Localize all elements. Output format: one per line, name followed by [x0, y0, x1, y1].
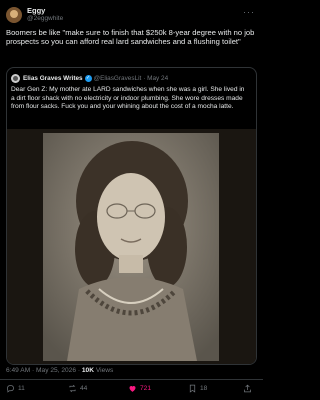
repost-button[interactable]: 44 — [68, 384, 87, 393]
repost-count: 44 — [80, 385, 88, 392]
action-bar: 11 44 721 18 — [0, 384, 263, 398]
bookmark-button[interactable]: 18 — [188, 384, 207, 393]
bookmark-count: 18 — [200, 385, 208, 392]
quoted-tweet-header: Elias Graves Writes ✓ @EliasGravesLit · … — [11, 73, 168, 83]
quoted-tweet-date: · May 24 — [143, 74, 169, 82]
author-handle[interactable]: @2eggwhite — [27, 15, 63, 23]
divider — [0, 379, 263, 380]
quoted-tweet-text: Dear Gen Z: My mother ate LARD sandwiche… — [11, 86, 245, 111]
quoted-author-handle: @EliasGravesLit — [93, 74, 142, 82]
heart-icon — [129, 385, 136, 392]
quoted-tweet[interactable]: Elias Graves Writes ✓ @EliasGravesLit · … — [6, 67, 257, 365]
quoted-author-avatar — [11, 73, 20, 83]
share-button[interactable] — [243, 384, 255, 393]
quoted-tweet-photo[interactable] — [7, 129, 256, 364]
author-name[interactable]: Eggy — [27, 7, 63, 15]
quoted-author-name: Elias Graves Writes — [23, 74, 83, 82]
tweet-views-count: 10K — [81, 367, 94, 374]
like-count: 721 — [140, 385, 152, 392]
tweet-text: Boomers be like "make sure to finish tha… — [6, 28, 255, 47]
reply-icon — [7, 385, 14, 393]
reply-count: 11 — [18, 385, 25, 392]
more-icon[interactable]: ··· — [243, 7, 255, 17]
verified-badge-icon: ✓ — [84, 74, 92, 82]
tweet-meta: 6:49 AM · May 25, 2026 · 10K Views — [6, 367, 113, 374]
like-button[interactable]: 721 — [128, 384, 151, 393]
repost-icon — [69, 384, 76, 393]
tweet-views-label: Views — [95, 367, 114, 374]
bookmark-icon — [189, 384, 196, 393]
author-names: Eggy @2eggwhite — [27, 7, 63, 23]
author-avatar[interactable] — [6, 7, 22, 23]
share-icon — [244, 384, 251, 393]
reply-button[interactable]: 11 — [6, 384, 25, 393]
tweet-timestamp[interactable]: 6:49 AM · May 25, 2026 · — [6, 367, 80, 374]
tweet-header: Eggy @2eggwhite — [6, 4, 63, 26]
vintage-portrait-image — [7, 129, 256, 364]
